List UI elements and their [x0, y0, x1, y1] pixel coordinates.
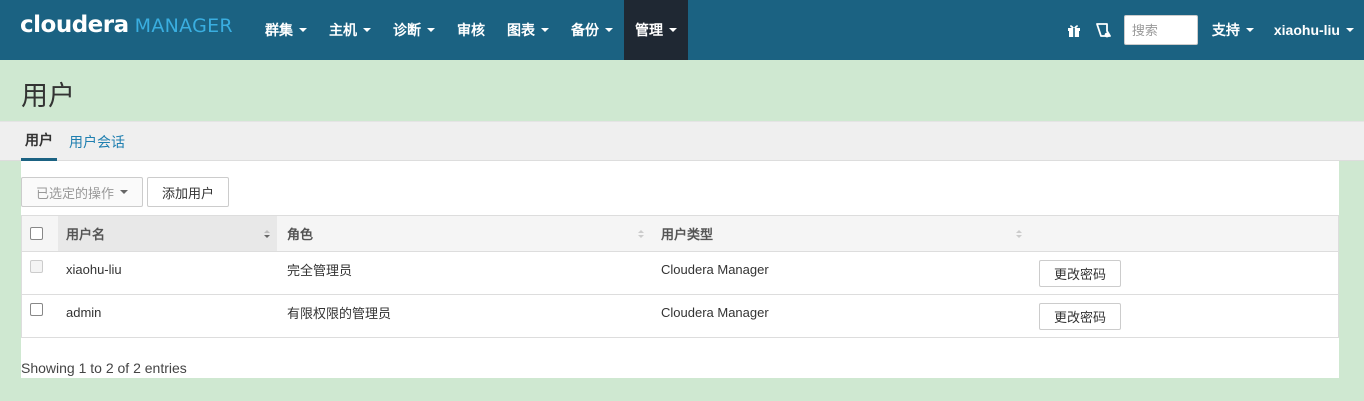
brand-name: cloudera: [20, 12, 129, 38]
column-header-role[interactable]: 角色: [287, 216, 313, 251]
search-input[interactable]: [1123, 15, 1198, 45]
change-password-button[interactable]: 更改密码: [1039, 260, 1121, 287]
brand-product: MANAGER: [134, 15, 233, 37]
users-panel: 已选定的操作 添加用户 用户名 角色 用户类型 xiaohu-liu 完全管理员…: [21, 161, 1339, 378]
users-table: 用户名 角色 用户类型 xiaohu-liu 完全管理员 Cloudera Ma…: [21, 215, 1339, 338]
chevron-down-icon: [605, 28, 613, 32]
table-info: Showing 1 to 2 of 2 entries: [21, 360, 187, 376]
selected-actions-label: 已选定的操作: [35, 185, 114, 201]
user-menu-label: xiaohu-liu: [1273, 22, 1340, 38]
cell-user-type: Cloudera Manager: [661, 305, 769, 320]
tab-users[interactable]: 用户: [21, 122, 57, 161]
chevron-down-icon: [1245, 28, 1254, 32]
nav-hosts-label: 主机: [329, 22, 357, 38]
cell-role: 有限权限的管理员: [287, 306, 392, 321]
sort-icon[interactable]: [1015, 229, 1023, 239]
change-password-button[interactable]: 更改密码: [1039, 303, 1121, 330]
nav-right: 支持 xiaohu-liu: [1060, 0, 1364, 60]
chevron-down-icon: [363, 28, 371, 32]
cell-username: admin: [66, 305, 102, 320]
row-checkbox: [30, 260, 43, 273]
main-nav: 群集 主机 诊断 审核 图表 备份 管理: [254, 0, 688, 60]
nav-diagnostics[interactable]: 诊断: [382, 0, 446, 60]
nav-administration-label: 管理: [635, 22, 663, 38]
nav-audits-label: 审核: [457, 22, 485, 38]
sort-desc-icon[interactable]: [263, 229, 271, 239]
chevron-down-icon: [427, 28, 435, 32]
notification-icon[interactable]: [1090, 0, 1118, 60]
cloudera-manager-logo[interactable]: cloudera MANAGER: [20, 12, 233, 44]
nav-support[interactable]: 支持: [1202, 0, 1264, 60]
table-row: admin 有限权限的管理员 Cloudera Manager 更改密码: [21, 295, 1339, 338]
nav-administration[interactable]: 管理: [624, 0, 688, 60]
selected-actions-button[interactable]: 已选定的操作: [21, 177, 143, 207]
sort-icon[interactable]: [637, 229, 645, 239]
top-navbar: cloudera MANAGER 群集 主机 诊断 审核 图表 备份 管理 搜索…: [0, 0, 1364, 60]
chevron-down-icon: [541, 28, 549, 32]
column-header-username[interactable]: 用户名: [66, 216, 105, 251]
nav-clusters[interactable]: 群集: [254, 0, 318, 60]
nav-hosts[interactable]: 主机: [318, 0, 382, 60]
nav-charts[interactable]: 图表: [496, 0, 560, 60]
add-user-button[interactable]: 添加用户: [147, 177, 229, 207]
cell-role: 完全管理员: [287, 263, 353, 278]
nav-audits[interactable]: 审核: [446, 0, 496, 60]
nav-clusters-label: 群集: [265, 22, 293, 38]
chevron-down-icon: [669, 28, 677, 32]
table-border-right: [1338, 215, 1339, 338]
cell-username: xiaohu-liu: [66, 262, 122, 277]
table-header: 用户名 角色 用户类型: [21, 216, 1339, 252]
page-title: 用户: [21, 81, 75, 111]
chevron-down-icon: [1346, 28, 1354, 32]
nav-charts-label: 图表: [507, 22, 535, 38]
row-checkbox[interactable]: [30, 303, 43, 316]
gift-icon[interactable]: [1060, 0, 1088, 60]
user-menu[interactable]: xiaohu-liu: [1264, 0, 1364, 60]
column-header-user-type[interactable]: 用户类型: [661, 216, 713, 251]
nav-backup[interactable]: 备份: [560, 0, 624, 60]
nav-support-label: 支持: [1211, 22, 1240, 38]
nav-diagnostics-label: 诊断: [393, 22, 421, 38]
table-border-left: [21, 215, 22, 338]
chevron-down-icon: [120, 190, 128, 194]
nav-backup-label: 备份: [571, 22, 599, 38]
table-row: xiaohu-liu 完全管理员 Cloudera Manager 更改密码: [21, 252, 1339, 295]
tab-user-sessions[interactable]: 用户会话: [69, 122, 125, 161]
cell-user-type: Cloudera Manager: [661, 262, 769, 277]
select-all-checkbox[interactable]: [30, 227, 43, 240]
chevron-down-icon: [299, 28, 307, 32]
tabs-bar: 用户 用户会话: [0, 121, 1364, 161]
